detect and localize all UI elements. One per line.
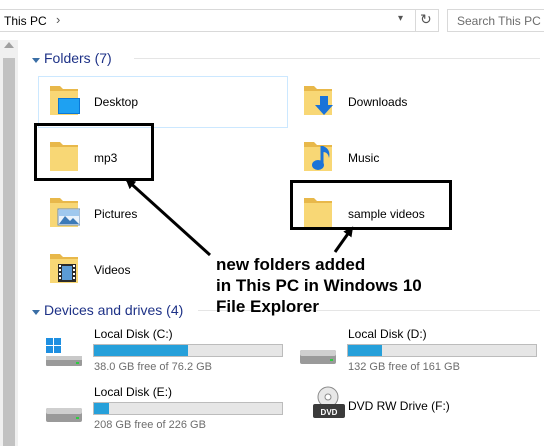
drive-label: Local Disk (D:) [348,327,427,341]
drive-label: Local Disk (C:) [94,327,173,341]
drive-usage-bar [93,344,283,357]
drive-free-space: 132 GB free of 161 GB [348,361,460,373]
annotation-text: new folders added in This PC in Windows … [216,254,422,317]
drive-usage-fill [94,345,188,356]
scrollbar-thumb[interactable] [3,58,15,446]
search-input[interactable]: Search This PC [447,9,544,32]
drive-free-space: 208 GB free of 226 GB [94,419,206,431]
annotation-line: in This PC in Windows 10 [216,276,422,295]
drive-usage-fill [94,403,110,414]
refresh-icon[interactable]: ↻ [420,11,432,28]
drive-usage-bar [347,344,537,357]
address-location[interactable]: This PC [4,14,47,28]
address-dropdown-icon[interactable]: ▾ [398,13,403,24]
collapse-chevron-icon[interactable] [32,310,40,315]
videos-folder-icon [50,254,78,283]
downloads-folder-icon [304,86,333,115]
hard-drive-icon [46,408,82,422]
collapse-chevron-icon[interactable] [32,58,40,63]
folder-label: Music [348,151,380,165]
folder-label: Desktop [94,95,139,109]
folders-group-title: Folders (7) [44,50,112,66]
annotation-arrow [125,178,212,257]
desktop-folder-icon [50,86,80,115]
folder-label: Pictures [94,207,138,221]
folder-label: Downloads [348,95,408,109]
group-divider [134,58,540,59]
annotation-highlight-box [290,180,452,230]
drive-usage-bar [93,402,283,415]
drive-item-c[interactable]: Local Disk (C:) 38.0 GB free of 76.2 GB [44,326,284,374]
drive-usage-fill [348,345,382,356]
drive-label: Local Disk (E:) [94,385,173,399]
breadcrumb-chevron-icon[interactable]: › [56,12,60,27]
drive-label: DVD RW Drive (F:) [348,399,450,413]
scroll-up-arrow-icon[interactable] [4,42,14,48]
annotation-arrow [333,226,354,253]
annotation-line: File Explorer [216,297,319,316]
drive-free-space: 38.0 GB free of 76.2 GB [94,361,213,373]
address-bar: This PC › ▾ ↻ Search This PC [0,0,544,40]
address-field[interactable]: This PC › ▾ ↻ [0,9,439,32]
drive-item-d[interactable]: Local Disk (D:) 132 GB free of 161 GB [298,326,538,374]
drives-group-title: Devices and drives (4) [44,302,184,318]
pictures-folder-icon [50,198,80,227]
folders-group-header[interactable]: Folders (7) [30,50,540,78]
annotation-line: new folders added [216,255,366,274]
windows-drive-icon [46,338,82,366]
annotation-highlight-box [34,123,154,181]
svg-text:DVD: DVD [321,408,338,417]
search-placeholder: Search This PC [457,14,541,28]
folder-label: Videos [94,263,131,277]
music-folder-icon [304,142,332,171]
drive-item-e[interactable]: Local Disk (E:) 208 GB free of 226 GB [44,384,284,432]
hard-drive-icon [300,350,336,364]
drive-item-f[interactable]: DVD DVD RW Drive (F:) [312,386,538,430]
address-divider [415,10,416,31]
vertical-scrollbar[interactable] [0,40,18,446]
dvd-drive-icon: DVD [313,386,345,418]
